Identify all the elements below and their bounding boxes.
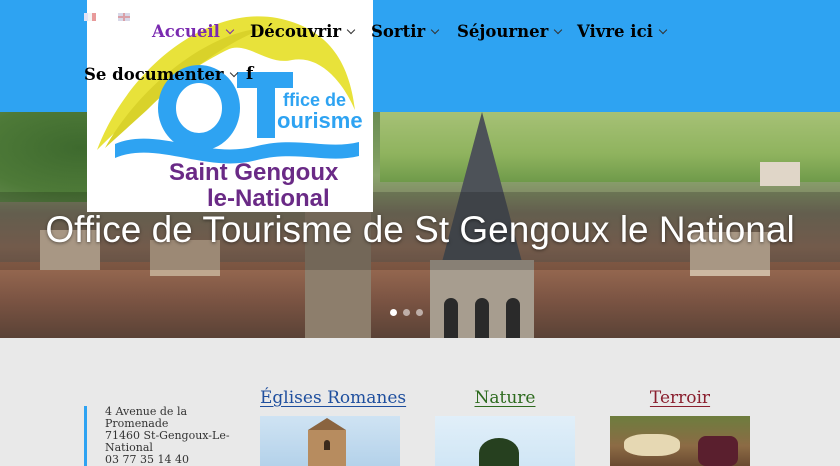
slider-dot[interactable] (390, 309, 397, 316)
card-eglises-romanes[interactable]: Églises Romanes (260, 388, 406, 466)
church-image[interactable] (260, 416, 400, 466)
nav-item-accueil[interactable]: Accueil (152, 22, 235, 41)
nav-item-se-documenter[interactable]: Se documenter (84, 65, 238, 84)
chevron-down-icon (225, 25, 235, 35)
slider-dots (390, 309, 423, 316)
facebook-icon[interactable]: f (246, 64, 253, 84)
hero-house (760, 162, 800, 186)
nav-item-label: Découvrir (250, 22, 342, 41)
nav-item-label: Sortir (371, 22, 426, 41)
svg-text:le-National: le-National (207, 185, 330, 212)
nav-item-vivre-ici[interactable]: Vivre ici (577, 22, 668, 41)
nav-item-label: Vivre ici (577, 22, 653, 41)
phone-number[interactable]: 03 77 35 14 40 (105, 454, 255, 466)
svg-text:ourisme: ourisme (277, 108, 363, 133)
chevron-down-icon (229, 68, 238, 78)
en-flag-icon[interactable] (118, 13, 130, 21)
svg-text:ffice de: ffice de (283, 90, 346, 110)
chevron-down-icon (430, 25, 440, 35)
contact-address: 4 Avenue de la Promenade 71460 St-Gengou… (84, 406, 255, 466)
card-terroir[interactable]: Terroir (610, 388, 750, 466)
terroir-image[interactable] (610, 416, 750, 466)
nav-item-label: Accueil (152, 22, 220, 41)
nav-item-sejourner[interactable]: Séjourner (457, 22, 563, 41)
card-title-link[interactable]: Églises Romanes (260, 388, 406, 408)
nav-item-sortir[interactable]: Sortir (371, 22, 440, 41)
nature-image[interactable] (435, 416, 575, 466)
nav-item-label: Se documenter (84, 65, 224, 84)
chevron-down-icon (554, 25, 563, 35)
svg-text:Saint Gengoux: Saint Gengoux (169, 159, 339, 186)
chevron-down-icon (346, 25, 356, 35)
nav-item-label: Séjourner (457, 22, 549, 41)
slider-dot[interactable] (403, 309, 410, 316)
card-nature[interactable]: Nature (435, 388, 575, 466)
nav-item-decouvrir[interactable]: Découvrir (250, 22, 356, 41)
card-title-link[interactable]: Nature (435, 388, 575, 408)
chevron-down-icon (658, 25, 668, 35)
slider-dot[interactable] (416, 309, 423, 316)
hero-title: Office de Tourisme de St Gengoux le Nati… (45, 209, 795, 250)
fr-flag-icon[interactable] (84, 13, 96, 21)
card-title-link[interactable]: Terroir (610, 388, 750, 408)
